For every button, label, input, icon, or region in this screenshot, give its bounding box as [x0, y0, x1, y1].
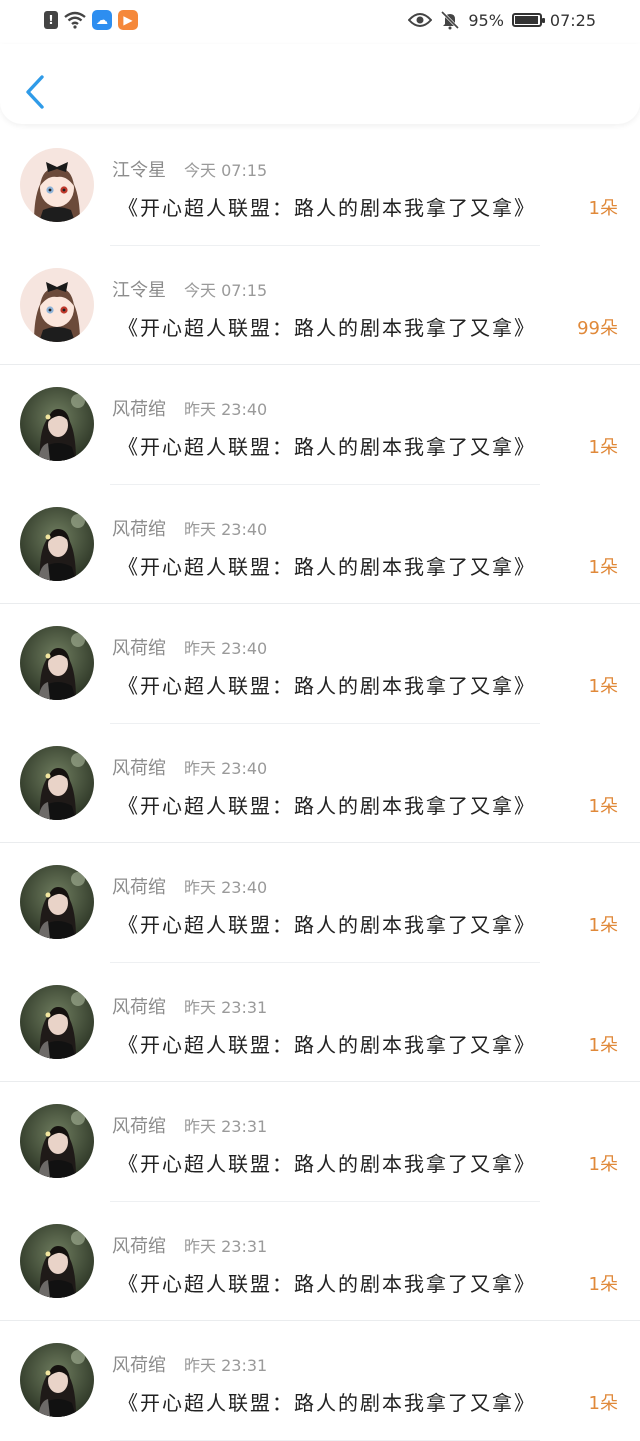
list-item[interactable]: 风荷绾 昨天 23:40 《开心超人联盟：路人的剧本我拿了又拿》 1朵 — [0, 604, 640, 724]
send-time: 今天 07:15 — [184, 280, 268, 300]
sender-line: 风荷绾 昨天 23:40 — [112, 634, 267, 660]
weather-app-icon: ☁ — [92, 10, 112, 30]
list-item[interactable]: 风荷绾 昨天 23:31 《开心超人联盟：路人的剧本我拿了又拿》 1朵 — [0, 1082, 640, 1202]
gift-record-list: 江令星 今天 07:15 《开心超人联盟：路人的剧本我拿了又拿》 1朵 江令星 今天 07… — [0, 126, 640, 1441]
sender-name: 风荷绾 — [112, 996, 166, 1018]
battery-percent: 95% — [468, 10, 504, 30]
status-icons-right: 95% 07:25 — [408, 10, 596, 30]
sender-name: 江令星 — [112, 160, 166, 181]
gift-count: 1朵 — [588, 676, 618, 697]
send-time: 昨天 23:40 — [184, 878, 268, 897]
book-title[interactable]: 《开心超人联盟：路人的剧本我拿了又拿》 — [118, 551, 536, 580]
gift-count: 1朵 — [588, 437, 618, 458]
book-title[interactable]: 《开心超人联盟：路人的剧本我拿了又拿》 — [118, 312, 536, 341]
list-item[interactable]: 风荷绾 昨天 23:40 《开心超人联盟：路人的剧本我拿了又拿》 1朵 — [0, 365, 640, 485]
sender-line: 风荷绾 昨天 23:40 — [112, 515, 267, 541]
gift-count: 1朵 — [588, 198, 618, 219]
book-title[interactable]: 《开心超人联盟：路人的剧本我拿了又拿》 — [118, 909, 536, 938]
list-item[interactable]: 江令星 今天 07:15 《开心超人联盟：路人的剧本我拿了又拿》 99朵 — [0, 246, 640, 365]
send-time: 昨天 23:31 — [184, 1117, 268, 1136]
sender-line: 风荷绾 昨天 23:31 — [112, 993, 267, 1019]
send-time: 昨天 23:40 — [184, 639, 268, 658]
list-item[interactable]: 风荷绾 昨天 23:40 《开心超人联盟：路人的剧本我拿了又拿》 1朵 — [0, 485, 640, 604]
gift-count: 99朵 — [577, 317, 618, 339]
sender-line: 风荷绾 昨天 23:40 — [112, 395, 267, 421]
book-title[interactable]: 《开心超人联盟：路人的剧本我拿了又拿》 — [118, 192, 536, 221]
gift-count: 1朵 — [588, 1393, 618, 1414]
book-title[interactable]: 《开心超人联盟：路人的剧本我拿了又拿》 — [118, 670, 536, 699]
gift-count: 1朵 — [588, 1273, 618, 1295]
avatar[interactable] — [20, 267, 94, 342]
sender-name: 风荷绾 — [112, 1235, 166, 1257]
sender-name: 风荷绾 — [112, 399, 166, 420]
send-time: 昨天 23:31 — [184, 997, 268, 1017]
clock: 07:25 — [549, 10, 596, 30]
sender-line: 风荷绾 昨天 23:40 — [112, 754, 267, 780]
sender-line: 风荷绾 昨天 23:40 — [112, 873, 267, 899]
list-item[interactable]: 风荷绾 昨天 23:40 《开心超人联盟：路人的剧本我拿了又拿》 1朵 — [0, 843, 640, 963]
book-title[interactable]: 《开心超人联盟：路人的剧本我拿了又拿》 — [118, 1268, 536, 1297]
video-app-icon: ▶ — [118, 10, 138, 30]
sender-name: 风荷绾 — [112, 1116, 166, 1137]
send-time: 昨天 23:40 — [184, 758, 268, 778]
sender-line: 风荷绾 昨天 23:31 — [112, 1112, 267, 1138]
send-time: 昨天 23:31 — [184, 1356, 268, 1375]
send-time: 今天 07:15 — [184, 161, 268, 180]
gift-count: 1朵 — [588, 556, 618, 578]
wifi-icon — [64, 11, 86, 29]
battery-icon — [511, 13, 545, 27]
send-time: 昨天 23:40 — [184, 400, 268, 419]
list-item[interactable]: 江令星 今天 07:15 《开心超人联盟：路人的剧本我拿了又拿》 1朵 — [0, 126, 640, 246]
sender-name: 风荷绾 — [112, 877, 166, 898]
avatar[interactable] — [20, 1223, 94, 1298]
sender-name: 风荷绾 — [112, 1355, 166, 1376]
sender-line: 江令星 今天 07:15 — [112, 276, 267, 302]
avatar[interactable] — [20, 984, 94, 1059]
list-item[interactable]: 风荷绾 昨天 23:31 《开心超人联盟：路人的剧本我拿了又拿》 1朵 — [0, 1202, 640, 1321]
avatar[interactable] — [20, 387, 94, 461]
avatar[interactable] — [20, 148, 94, 222]
sender-line: 风荷绾 昨天 23:31 — [112, 1232, 267, 1258]
sender-line: 风荷绾 昨天 23:31 — [112, 1351, 267, 1377]
divider — [110, 1439, 540, 1441]
sender-name: 风荷绾 — [112, 757, 166, 779]
list-item[interactable]: 风荷绾 昨天 23:31 《开心超人联盟：路人的剧本我拿了又拿》 1朵 — [0, 963, 640, 1082]
sender-name: 江令星 — [112, 279, 166, 301]
send-time: 昨天 23:40 — [184, 519, 268, 539]
avatar[interactable] — [20, 865, 94, 939]
sender-name: 风荷绾 — [112, 518, 166, 540]
avatar[interactable] — [20, 1104, 94, 1178]
book-title[interactable]: 《开心超人联盟：路人的剧本我拿了又拿》 — [118, 1029, 536, 1058]
avatar[interactable] — [20, 506, 94, 581]
avatar[interactable] — [20, 745, 94, 820]
avatar[interactable] — [20, 1343, 94, 1417]
book-title[interactable]: 《开心超人联盟：路人的剧本我拿了又拿》 — [118, 790, 536, 819]
book-title[interactable]: 《开心超人联盟：路人的剧本我拿了又拿》 — [118, 431, 536, 460]
book-title[interactable]: 《开心超人联盟：路人的剧本我拿了又拿》 — [118, 1387, 536, 1416]
list-item[interactable]: 风荷绾 昨天 23:31 《开心超人联盟：路人的剧本我拿了又拿》 1朵 — [0, 1321, 640, 1441]
book-title[interactable]: 《开心超人联盟：路人的剧本我拿了又拿》 — [118, 1148, 536, 1177]
gift-count: 1朵 — [588, 1154, 618, 1175]
list-item[interactable]: 风荷绾 昨天 23:40 《开心超人联盟：路人的剧本我拿了又拿》 1朵 — [0, 724, 640, 843]
alert-icon: ! — [44, 11, 58, 29]
sender-name: 风荷绾 — [112, 638, 166, 659]
status-icons-left: ! ☁ ▶ — [44, 10, 138, 30]
mute-bell-icon — [441, 10, 460, 30]
send-time: 昨天 23:31 — [184, 1236, 268, 1256]
gift-count: 1朵 — [588, 1034, 618, 1056]
eye-icon — [408, 13, 433, 27]
status-bar: ! ☁ ▶ 95% 07:25 — [0, 0, 640, 44]
gift-count: 1朵 — [588, 915, 618, 936]
header-bar — [0, 44, 640, 124]
back-arrow-icon[interactable] — [24, 74, 46, 110]
avatar[interactable] — [20, 626, 94, 700]
sender-line: 江令星 今天 07:15 — [112, 156, 267, 182]
gift-count: 1朵 — [588, 795, 618, 817]
